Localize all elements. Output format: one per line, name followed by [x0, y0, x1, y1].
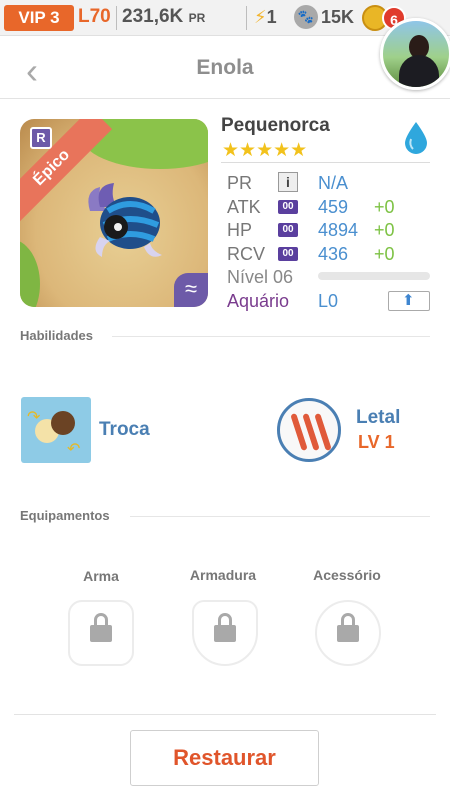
- creature-card[interactable]: Épico R ≈: [20, 119, 208, 307]
- equipment-heading: Equipamentos: [20, 508, 110, 523]
- energy-value: 1: [266, 7, 277, 27]
- info-icon[interactable]: i: [278, 172, 298, 192]
- coins-value: 231,6K: [122, 6, 184, 27]
- hp-value: 4894: [318, 220, 359, 240]
- rcv-bonus: +0: [374, 244, 395, 264]
- hp-bonus: +0: [374, 220, 395, 240]
- aquarium-value: L0: [318, 291, 339, 311]
- stats-divider: [221, 162, 430, 163]
- abilities-heading: Habilidades: [20, 328, 93, 343]
- rarity-badge: R: [30, 127, 52, 149]
- skill-level: LV 1: [358, 432, 395, 452]
- lock-icon: [90, 613, 112, 642]
- creature-name: Pequenorca: [221, 115, 330, 136]
- slot-label: Arma: [83, 568, 119, 584]
- section-divider: [112, 336, 430, 337]
- water-wave-icon: ≈: [174, 273, 208, 307]
- vip-badge[interactable]: VIP 3: [4, 5, 74, 31]
- swap-skill-icon[interactable]: ↷ ↶: [21, 397, 91, 463]
- restore-button[interactable]: Restaurar: [130, 730, 319, 786]
- pr-label: PR: [227, 173, 253, 193]
- level-label: Nível 06: [227, 267, 294, 287]
- header-divider: [0, 98, 450, 99]
- pr-value: N/A: [318, 173, 349, 193]
- accessory-slot[interactable]: [315, 600, 381, 666]
- coins-display: 231,6K PR: [122, 6, 205, 28]
- skill-orb: [51, 411, 75, 435]
- divider: [246, 6, 247, 30]
- creature-image: [88, 183, 162, 257]
- rcv-value: 436: [318, 244, 349, 264]
- up-arrow-icon: ⬆: [402, 292, 415, 309]
- lock-icon: [214, 613, 236, 642]
- armor-slot[interactable]: [192, 600, 258, 666]
- star-rating: ★★★★★: [222, 140, 308, 161]
- lightning-icon: ⚡: [254, 7, 267, 27]
- arrow-icon: ↶: [67, 441, 81, 458]
- lock-icon: [337, 613, 359, 642]
- page-title: Enola: [196, 56, 254, 79]
- stat-badge-icon: 00: [278, 223, 298, 237]
- paws-value: 15K: [321, 7, 355, 27]
- stat-badge-icon: 00: [278, 247, 298, 261]
- hp-label: HP: [227, 220, 253, 240]
- atk-label: ATK: [227, 197, 261, 217]
- section-divider: [130, 516, 430, 517]
- rcv-label: RCV: [227, 244, 266, 264]
- slot-label: Armadura: [189, 567, 257, 583]
- status-bar: VIP 3 L70 231,6K PR ⚡1 🐾 15K 6: [0, 0, 450, 36]
- stat-badge-icon: 00: [278, 200, 298, 214]
- skill-name[interactable]: Troca: [99, 419, 150, 441]
- energy-display[interactable]: ⚡1: [254, 7, 277, 28]
- aquarium-label: Aquário: [227, 291, 290, 311]
- level-progress-bar: [318, 272, 430, 280]
- atk-bonus: +0: [374, 197, 395, 217]
- weapon-slot[interactable]: [68, 600, 134, 666]
- divider: [116, 6, 117, 30]
- upgrade-button[interactable]: ⬆: [388, 291, 430, 311]
- coins-unit: PR: [188, 11, 206, 25]
- lethal-claw-icon[interactable]: [277, 398, 341, 462]
- skill-name[interactable]: Letal: [356, 407, 400, 429]
- footer-divider: [14, 714, 436, 715]
- grass-decoration: [20, 239, 40, 307]
- water-drop-icon: [405, 122, 427, 154]
- paw-icon: 🐾: [294, 5, 318, 29]
- slot-label: Acessório: [313, 567, 381, 583]
- player-level: L70: [78, 6, 111, 27]
- atk-value: 459: [318, 197, 349, 217]
